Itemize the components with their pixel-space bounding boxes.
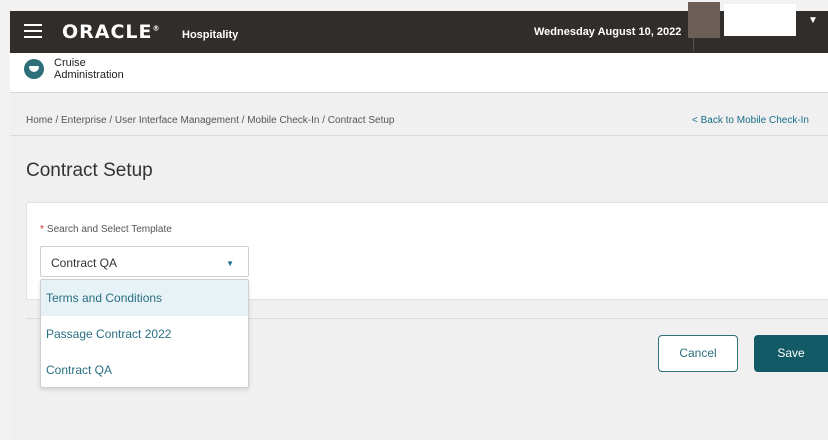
oracle-logo: ORACLE® — [62, 21, 161, 43]
template-select[interactable]: Contract QA ▼ — [40, 246, 249, 277]
dropdown-option[interactable]: Contract QA — [41, 352, 248, 388]
chevron-down-icon[interactable]: ▼ — [808, 15, 818, 26]
product-name: Hospitality — [182, 29, 239, 41]
required-marker: * — [40, 224, 44, 235]
page-title: Contract Setup — [26, 160, 153, 181]
template-select-value: Contract QA — [51, 256, 118, 270]
template-dropdown-list: Terms and Conditions Passage Contract 20… — [40, 279, 249, 388]
app-title-line2: Administration — [54, 69, 124, 81]
cancel-button[interactable]: Cancel — [658, 335, 738, 372]
user-avatar[interactable] — [688, 2, 720, 38]
cruise-ship-icon — [24, 59, 44, 79]
app-header: Cruise Administration — [10, 53, 828, 93]
app-title-line1: Cruise — [54, 57, 86, 69]
dropdown-option[interactable]: Terms and Conditions — [41, 280, 248, 316]
breadcrumb-divider — [10, 135, 828, 136]
back-to-mobile-checkin-link[interactable]: < Back to Mobile Check-In — [692, 115, 809, 126]
dropdown-option[interactable]: Passage Contract 2022 — [41, 316, 248, 352]
caret-down-icon: ▼ — [226, 259, 234, 268]
user-name-box[interactable] — [724, 4, 796, 36]
save-button[interactable]: Save — [754, 335, 828, 372]
breadcrumb[interactable]: Home / Enterprise / User Interface Manag… — [26, 115, 395, 126]
hamburger-menu-icon[interactable] — [24, 24, 42, 38]
template-field-label: * Search and Select Template — [40, 224, 172, 235]
current-date: Wednesday August 10, 2022 — [534, 26, 682, 38]
